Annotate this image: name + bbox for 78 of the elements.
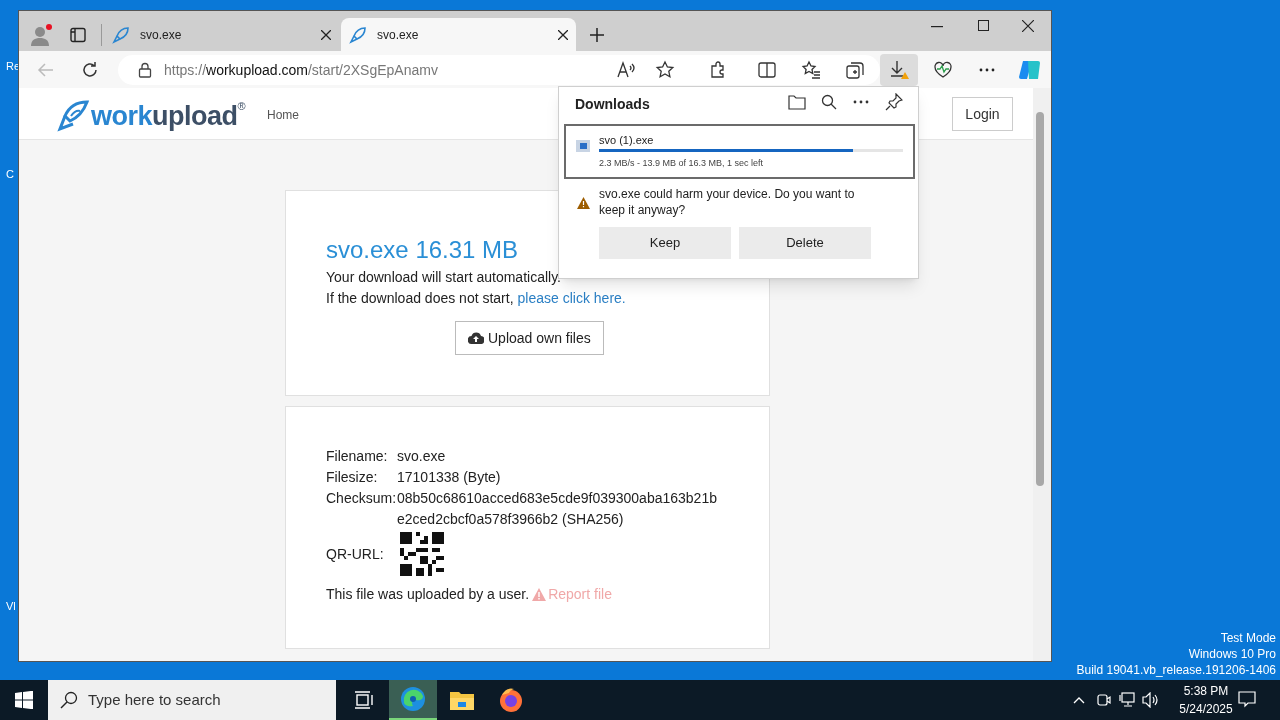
warning-icon [532, 588, 547, 601]
pin-icon[interactable] [885, 93, 903, 111]
address-bar[interactable]: https://workupload.com/start/2XSgEpAnamv [118, 55, 880, 85]
clock-date[interactable]: 5/24/2025 [1179, 700, 1233, 718]
info-value: e2ced2cbcf0a578f3966b2 (SHA256) [397, 510, 625, 529]
url-text: https://workupload.com/start/2XSgEpAnamv [164, 60, 438, 80]
lock-icon [138, 62, 152, 78]
browser-tab[interactable]: svo.exe [341, 18, 576, 52]
camera-icon[interactable] [1097, 692, 1111, 708]
tab-actions-icon[interactable] [70, 27, 86, 43]
search-icon [60, 691, 78, 709]
login-button[interactable]: Login [952, 97, 1013, 131]
file-name: svo (1).exe [599, 133, 654, 148]
file-title: svo.exe 16.31 MB [326, 235, 520, 265]
nav-link[interactable]: Home [267, 106, 299, 124]
fallback-text: If the download does not start, [326, 289, 514, 308]
warning-icon [577, 197, 590, 209]
network-icon[interactable] [1119, 692, 1135, 708]
more-icon[interactable] [853, 100, 869, 104]
new-tab-icon[interactable] [589, 27, 605, 43]
close-icon[interactable] [558, 30, 568, 40]
site-logo[interactable]: workupload® [57, 96, 246, 137]
edge-icon [400, 686, 426, 712]
downloads-button[interactable] [880, 54, 918, 86]
download-warning-icon [888, 59, 910, 81]
minimize-icon[interactable] [931, 26, 943, 28]
desktop-icon-label: Vl [6, 599, 16, 614]
volume-icon[interactable] [1142, 692, 1160, 708]
warning-message: svo.exe could harm your device. Do you want to keep it anyway? [599, 186, 856, 218]
panel-title: Downloads [575, 95, 650, 114]
download-item[interactable] [564, 124, 915, 179]
folder-icon [450, 690, 474, 710]
notification-icon[interactable] [1238, 690, 1256, 708]
split-screen-icon[interactable] [757, 60, 777, 80]
info-value: 17101338 (Byte) [397, 468, 501, 487]
taskbar-search-field[interactable]: Type here to search [48, 680, 336, 720]
system-info-text: Build 19041.vb_release.191206-1406 [1076, 662, 1276, 678]
info-label: Filename: [326, 447, 389, 466]
browser-tab[interactable]: svo.exe [104, 18, 339, 52]
file-icon [576, 140, 590, 152]
info-label: Checksum: [326, 489, 397, 508]
uploader-note: This file was uploaded by a user. [326, 585, 530, 604]
desktop-icon-label: C [6, 167, 14, 182]
click-here-link[interactable]: please click here. [517, 288, 626, 309]
scrollbar-thumb[interactable] [1036, 112, 1044, 486]
tab-title: svo.exe [377, 27, 420, 44]
firefox-icon [498, 687, 524, 713]
clock-time[interactable]: 5:38 PM [1183, 682, 1229, 700]
download-status: 2.3 MB/s - 13.9 MB of 16.3 MB, 1 sec left [599, 157, 764, 170]
info-value: 08b50c68610acced683e5cde9f039300aba163b21b [397, 489, 717, 508]
keep-button[interactable]: Keep [599, 227, 731, 259]
info-label: Filesize: [326, 468, 379, 487]
task-view-icon [354, 690, 374, 710]
favorites-icon[interactable] [801, 60, 821, 80]
delete-button[interactable]: Delete [739, 227, 871, 259]
upload-button[interactable]: Upload own files [455, 321, 604, 355]
performance-icon[interactable] [933, 60, 953, 80]
chevron-up-icon[interactable] [1073, 696, 1085, 704]
info-label: QR-URL: [326, 544, 385, 564]
folder-icon[interactable] [788, 94, 806, 110]
profile-icon[interactable] [28, 23, 54, 49]
refresh-icon[interactable] [80, 60, 100, 80]
info-value: svo.exe [397, 447, 446, 466]
collections-icon[interactable] [845, 60, 865, 80]
close-icon[interactable] [1022, 20, 1034, 32]
copilot-icon[interactable] [1018, 58, 1042, 82]
auto-download-text: Your download will start automatically. [326, 268, 562, 287]
tab-title: svo.exe [140, 27, 183, 44]
search-icon[interactable] [821, 94, 837, 110]
read-aloud-icon[interactable] [616, 60, 636, 80]
star-icon[interactable] [655, 60, 675, 80]
maximize-icon[interactable] [978, 20, 989, 31]
cloud-upload-icon [468, 332, 484, 344]
system-info-text: Test Mode [1220, 630, 1276, 646]
system-info-text: Windows 10 Pro [1188, 646, 1276, 662]
qr-code [400, 532, 444, 576]
windows-start-icon[interactable] [15, 691, 33, 709]
close-icon[interactable] [321, 30, 331, 40]
